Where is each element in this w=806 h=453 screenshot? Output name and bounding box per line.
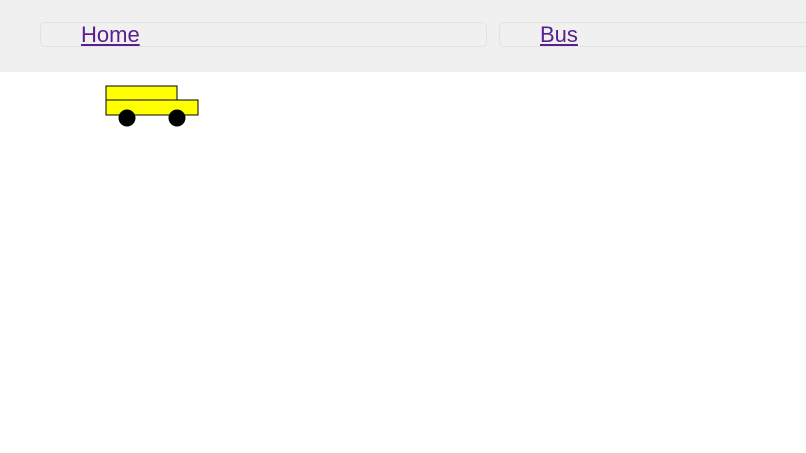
bus-link[interactable]: Bus xyxy=(540,22,578,48)
bus-front-wheel xyxy=(168,109,186,127)
bus-roof xyxy=(105,85,178,102)
bus-rear-wheel xyxy=(118,109,136,127)
nav-item-bus[interactable]: Bus xyxy=(499,22,806,47)
nav-item-home[interactable]: Home xyxy=(40,22,487,47)
nav-bar: Home Bus xyxy=(0,0,806,72)
home-link[interactable]: Home xyxy=(81,22,140,48)
bus-body xyxy=(105,99,199,116)
bus-icon xyxy=(105,85,199,127)
